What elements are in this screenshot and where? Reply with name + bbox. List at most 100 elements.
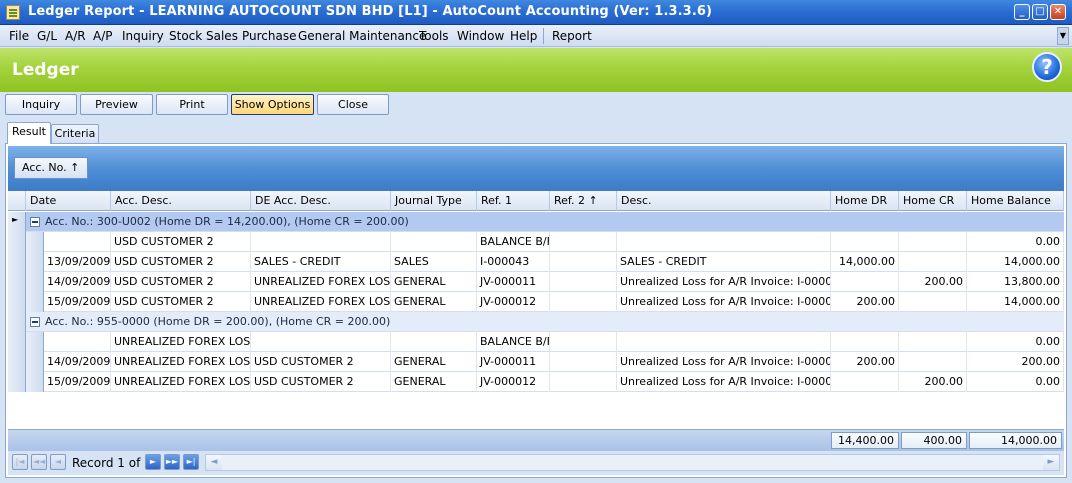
col-date[interactable]: Date	[26, 191, 111, 211]
page-title: Ledger	[12, 60, 79, 80]
col-ref1[interactable]: Ref. 1	[477, 191, 550, 211]
cell-ref2	[550, 232, 617, 252]
col-ref2[interactable]: Ref. 2 ↑	[550, 191, 617, 211]
prev-record-icon[interactable]: ◄	[50, 454, 66, 470]
cell-date: 15/09/2009	[44, 292, 111, 312]
cell-home-balance: 0.00	[967, 332, 1064, 352]
col-home-balance[interactable]: Home Balance	[967, 191, 1064, 211]
menu-ap[interactable]: A/P	[93, 29, 113, 43]
cell-ref1: JV-000011	[477, 272, 550, 292]
help-icon[interactable]: ?	[1032, 52, 1062, 82]
menu-bar: File G/L A/R A/P Inquiry Stock Sales Pur…	[0, 25, 1072, 47]
group-chip-acc-no[interactable]: Acc. No. ↑	[14, 157, 88, 179]
group-row[interactable]: Acc. No.: 300-U002 (Home DR = 14,200.00)…	[8, 212, 1064, 232]
scroll-left-icon[interactable]: ◄	[206, 455, 222, 470]
group-row[interactable]: Acc. No.: 955-0000 (Home DR = 200.00), (…	[8, 312, 1064, 332]
cell-date	[44, 232, 111, 252]
menu-stock[interactable]: Stock	[169, 29, 202, 43]
cell-acc-desc: USD CUSTOMER 2	[111, 232, 251, 252]
close-button[interactable]: Close	[317, 94, 389, 115]
menu-sales[interactable]: Sales	[206, 29, 238, 43]
cell-ref2	[550, 372, 617, 392]
menu-gl[interactable]: G/L	[37, 29, 57, 43]
cell-home-balance: 0.00	[967, 232, 1064, 252]
menu-ar[interactable]: A/R	[65, 29, 86, 43]
total-home-balance: 14,000.00	[969, 432, 1062, 449]
cell-acc-desc: USD CUSTOMER 2	[111, 292, 251, 312]
collapse-icon[interactable]	[30, 217, 40, 227]
next-page-icon[interactable]: ►►	[164, 454, 180, 470]
menu-separator	[543, 28, 544, 44]
cell-acc-desc: USD CUSTOMER 2	[111, 252, 251, 272]
cell-desc	[617, 332, 831, 352]
menu-report[interactable]: Report	[552, 29, 592, 43]
col-home-dr[interactable]: Home DR	[831, 191, 899, 211]
scroll-right-icon[interactable]: ►	[1043, 455, 1059, 470]
menu-file[interactable]: File	[9, 29, 29, 43]
tab-result[interactable]: Result	[7, 122, 51, 144]
title-bar: Ledger Report - LEARNING AUTOCOUNT SDN B…	[0, 0, 1072, 25]
cell-desc: SALES - CREDIT	[617, 252, 831, 272]
collapse-icon[interactable]	[30, 317, 40, 327]
cell-acc-desc: USD CUSTOMER 2	[111, 272, 251, 292]
col-desc[interactable]: Desc.	[617, 191, 831, 211]
cell-home-balance: 13,800.00	[967, 272, 1064, 292]
col-home-cr[interactable]: Home CR	[899, 191, 967, 211]
group-indent	[26, 292, 44, 312]
cell-ref1: I-000043	[477, 252, 550, 272]
total-home-cr: 400.00	[901, 432, 967, 449]
next-record-icon[interactable]: ►	[145, 454, 161, 470]
cell-acc-desc: UNREALIZED FOREX LOSS	[111, 372, 251, 392]
show-options-button[interactable]: Show Options	[231, 94, 314, 115]
menu-general-maintenance[interactable]: General Maintenance	[298, 29, 426, 43]
table-row[interactable]: USD CUSTOMER 2 BALANCE B/F 0.00	[8, 232, 1064, 252]
prev-page-icon[interactable]: ◄◄	[31, 454, 47, 470]
table-row[interactable]: 13/09/2009 USD CUSTOMER 2 SALES - CREDIT…	[8, 252, 1064, 272]
tab-strip: Result Criteria	[0, 122, 1072, 144]
row-indicator	[8, 332, 26, 352]
preview-button[interactable]: Preview	[80, 94, 153, 115]
cell-home-cr	[899, 232, 967, 252]
group-indent	[26, 372, 44, 392]
maximize-button[interactable]: □	[1032, 4, 1048, 20]
inquiry-button[interactable]: Inquiry	[5, 94, 77, 115]
close-window-button[interactable]: ✕	[1050, 4, 1066, 20]
cell-date: 14/09/2009	[44, 272, 111, 292]
cell-journal-type: GENERAL	[391, 272, 477, 292]
table-row[interactable]: 15/09/2009 UNREALIZED FOREX LOSS USD CUS…	[8, 372, 1064, 392]
cell-home-balance: 14,000.00	[967, 252, 1064, 272]
row-indicator	[8, 212, 26, 232]
cell-home-cr	[899, 252, 967, 272]
col-acc-desc[interactable]: Acc. Desc.	[111, 191, 251, 211]
menu-help[interactable]: Help	[510, 29, 537, 43]
tab-criteria[interactable]: Criteria	[51, 124, 99, 144]
grid-footer: 14,400.00 400.00 14,000.00	[8, 429, 1064, 451]
table-row[interactable]: 14/09/2009 USD CUSTOMER 2 UNREALIZED FOR…	[8, 272, 1064, 292]
last-record-icon[interactable]: ►|	[183, 454, 199, 470]
menu-inquiry[interactable]: Inquiry	[122, 29, 164, 43]
horizontal-scrollbar[interactable]: ◄ ►	[205, 454, 1060, 471]
row-indicator	[8, 352, 26, 372]
app-icon	[6, 5, 20, 20]
window-title: Ledger Report - LEARNING AUTOCOUNT SDN B…	[28, 4, 713, 19]
table-row[interactable]: 14/09/2009 UNREALIZED FOREX LOSS USD CUS…	[8, 352, 1064, 372]
minimize-button[interactable]: _	[1014, 4, 1030, 20]
menu-purchase[interactable]: Purchase	[242, 29, 297, 43]
col-de-acc-desc[interactable]: DE Acc. Desc.	[251, 191, 391, 211]
cell-date: 13/09/2009	[44, 252, 111, 272]
cell-ref1: JV-000012	[477, 292, 550, 312]
cell-journal-type: GENERAL	[391, 372, 477, 392]
group-indent	[26, 332, 44, 352]
table-row[interactable]: UNREALIZED FOREX LOSS BALANCE B/F 0.00	[8, 332, 1064, 352]
menu-window[interactable]: Window	[457, 29, 504, 43]
cell-home-dr	[831, 372, 899, 392]
group-label: Acc. No.: 955-0000 (Home DR = 200.00), (…	[45, 315, 391, 328]
chevron-down-icon[interactable]: ▼	[1057, 27, 1069, 45]
table-row[interactable]: 15/09/2009 USD CUSTOMER 2 UNREALIZED FOR…	[8, 292, 1064, 312]
col-journal-type[interactable]: Journal Type	[391, 191, 477, 211]
first-record-icon[interactable]: |◄	[12, 454, 28, 470]
cell-home-cr	[899, 292, 967, 312]
menu-tools[interactable]: Tools	[419, 29, 449, 43]
print-button[interactable]: Print	[156, 94, 228, 115]
group-indent	[26, 252, 44, 272]
